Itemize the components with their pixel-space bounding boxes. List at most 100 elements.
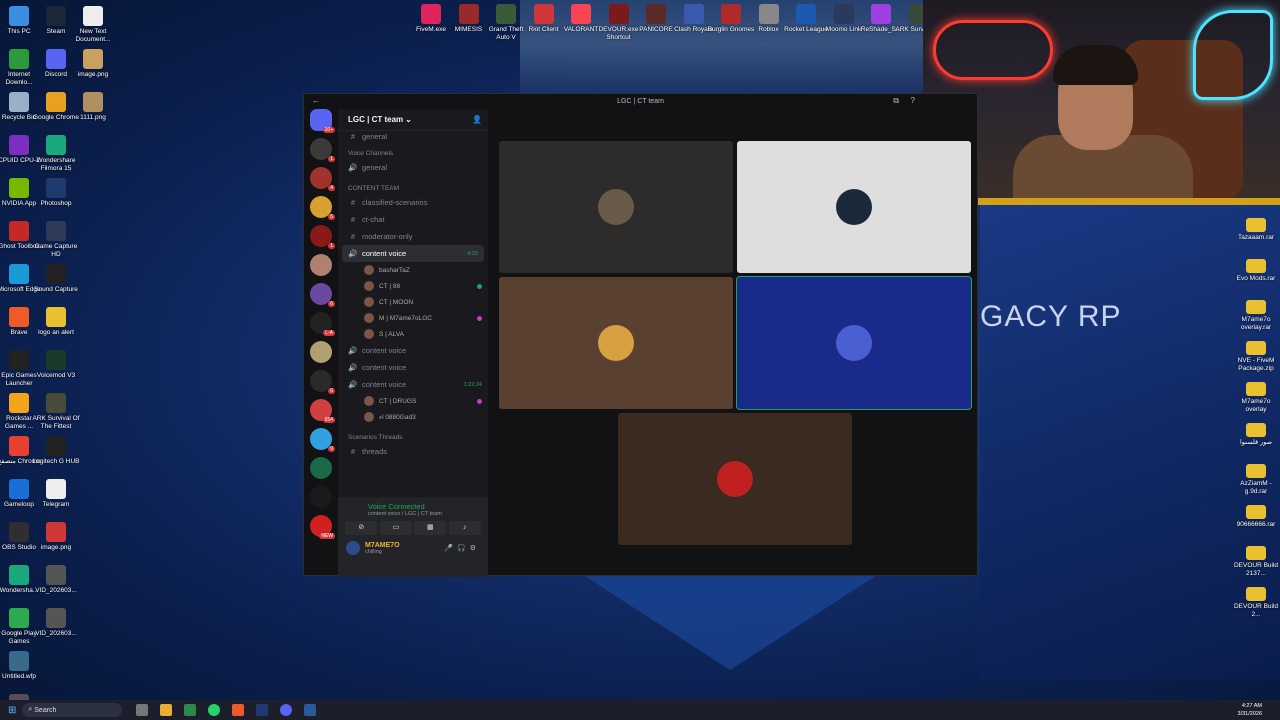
desktop-icon[interactable]: Tazaaam.rar <box>1232 218 1280 242</box>
discord-window[interactable]: ← LGC | CT team ⧉ ? 16+ 1 4 5 1 6 L-A 6 654 9 NEW … <box>303 93 978 577</box>
desktop-icon[interactable]: image.png <box>69 49 117 79</box>
voice-channel-active[interactable]: 🔊 content voice 4:20 <box>342 245 484 262</box>
voice-channel[interactable]: 🔊 content voice <box>338 342 488 359</box>
neon-sign-right <box>1193 10 1273 100</box>
start-windows-icon[interactable]: ⊞ <box>8 705 16 716</box>
category-voice[interactable]: Voice Channels <box>338 141 488 159</box>
desktop-icon[interactable]: 1111.png <box>69 92 117 122</box>
voice-member[interactable]: CT | DRUGS <box>338 393 488 409</box>
video-tile[interactable] <box>618 413 852 545</box>
server-icon[interactable]: 9 <box>310 428 335 452</box>
telegram-icon <box>46 479 66 499</box>
microphone-icon[interactable]: 🎤 <box>444 545 457 552</box>
desktop-icon[interactable]: Evo Mods.rar <box>1232 259 1280 283</box>
desktop-icon[interactable]: Telegram <box>32 479 80 509</box>
voice-channel-general[interactable]: 🔊 general <box>338 159 488 176</box>
screen-share-icon[interactable]: ▭ <box>379 521 412 535</box>
desktop-icon[interactable]: Logitech G HUB <box>32 436 80 466</box>
desktop-icon[interactable]: VID_202603... <box>32 565 80 595</box>
category-threads[interactable]: Scenarios Threads <box>338 425 488 443</box>
server-icon[interactable]: 6 <box>310 370 335 394</box>
desktop-icon[interactable]: New Text Document... <box>69 6 117 44</box>
soundboard-icon[interactable]: ♪ <box>448 521 481 535</box>
popout-icon[interactable]: ⧉ <box>893 96 899 106</box>
desktop-icon[interactable]: M7ame7o overlay <box>1232 382 1280 414</box>
headphones-icon[interactable]: 🎧 <box>457 545 470 552</box>
server-icon[interactable] <box>310 486 332 508</box>
voice-member[interactable]: S | ALVA <box>338 326 488 342</box>
voice-member[interactable]: ءl 0880 Gad3 <box>338 409 488 425</box>
activities-icon[interactable]: ▦ <box>414 521 447 535</box>
server-icon[interactable]: 1 <box>310 138 335 162</box>
desktop-icon[interactable]: Untitled.wfp <box>0 651 43 681</box>
video-file-icon <box>46 608 66 628</box>
video-tile[interactable] <box>736 276 972 410</box>
server-icon[interactable] <box>310 457 332 479</box>
search-label: Search <box>34 706 57 714</box>
server-icon[interactable]: 4 <box>310 167 335 191</box>
guild-header[interactable]: LGC | CT team ⌄ 👤 <box>338 109 488 131</box>
channel-threads[interactable]: # threads <box>338 443 488 460</box>
computer-icon <box>9 6 29 26</box>
desktop-icon[interactable]: 90666666.rar <box>1232 505 1280 529</box>
text-channel[interactable]: # moderator-only <box>338 228 488 245</box>
server-icon[interactable]: 1 <box>310 225 335 249</box>
app-icon[interactable] <box>184 704 197 716</box>
voice-member[interactable]: CT | MOON <box>338 294 488 310</box>
video-tile[interactable] <box>737 141 971 273</box>
settings-gear-icon[interactable]: ⚙ <box>470 545 480 552</box>
desktop-icon[interactable]: Game Capture HD <box>32 221 80 259</box>
obs-icon <box>9 522 29 542</box>
server-icon[interactable]: L-A <box>310 312 335 336</box>
voice-channel[interactable]: 🔊 content voice 1:22:24 <box>338 376 488 393</box>
whatsapp-icon[interactable] <box>208 704 221 716</box>
video-tile[interactable] <box>499 277 733 409</box>
desktop-icon[interactable]: DEVOUR Build 2137... <box>1232 546 1280 578</box>
desktop-icon[interactable]: DEVOUR Build 2... <box>1232 587 1280 619</box>
channel-general-partial[interactable]: # general <box>338 131 488 141</box>
avatar <box>364 297 374 307</box>
task-view-icon[interactable] <box>136 704 149 716</box>
system-tray-clock[interactable]: 4:27 AM 3/31/2026 <box>1238 702 1262 718</box>
desktop-icon[interactable]: صور قلسنوا <box>1232 423 1280 447</box>
server-icon[interactable]: 16+ <box>310 109 335 133</box>
back-arrow-icon[interactable]: ← <box>312 96 320 105</box>
server-icon[interactable] <box>310 254 332 276</box>
desktop-icon[interactable]: Voicemod V3 <box>32 350 80 380</box>
desktop-icon[interactable]: logo an alert <box>32 307 80 337</box>
voice-member[interactable]: M | M7ame7o LGC <box>338 310 488 326</box>
desktop-icon[interactable]: Sound Capture <box>32 264 80 294</box>
photoshop-icon[interactable] <box>256 704 269 716</box>
discord-icon[interactable] <box>280 704 293 716</box>
help-icon[interactable]: ? <box>911 96 915 105</box>
desktop-icon[interactable]: AzZiamM - g.9d.rar <box>1232 464 1280 496</box>
channel-label: content voice <box>362 363 407 372</box>
speaker-icon: 🔊 <box>348 380 358 389</box>
category-content-team[interactable]: CONTENT TEAM <box>338 176 488 194</box>
server-icon[interactable]: 6 <box>310 283 335 307</box>
steam-icon[interactable] <box>304 704 317 716</box>
voice-member[interactable]: CT | 88 <box>338 278 488 294</box>
file-explorer-icon[interactable] <box>160 704 173 716</box>
desktop-icon[interactable]: NVE - FiveM Package.zip <box>1232 341 1280 373</box>
desktop-icon[interactable]: ARK Survival Of The Fittest <box>32 393 80 431</box>
voice-channel[interactable]: 🔊 content voice <box>338 359 488 376</box>
voice-member[interactable]: basharTaZ <box>338 262 488 278</box>
desktop-icon[interactable]: VID_202603... <box>32 608 80 638</box>
add-member-icon[interactable]: 👤 <box>472 115 482 124</box>
text-channel[interactable]: # classified-scenarios <box>338 194 488 211</box>
text-channel[interactable]: # ct-chat <box>338 211 488 228</box>
desktop-icon[interactable]: image.png <box>32 522 80 552</box>
brave-icon[interactable] <box>232 704 245 716</box>
video-tile[interactable] <box>499 141 733 273</box>
taskbar-search[interactable]: ⌕ Search <box>22 703 123 717</box>
camera-off-icon[interactable]: ⊘ <box>345 521 378 535</box>
server-icon[interactable] <box>310 341 332 363</box>
desktop-icon[interactable]: Photoshop <box>32 178 80 208</box>
server-icon[interactable]: 654 <box>310 399 335 423</box>
server-icon[interactable]: NEW <box>310 515 335 539</box>
user-panel[interactable]: M7AME7O chilling 🎤🎧⚙ <box>338 535 488 561</box>
desktop-icon[interactable]: M7ame7o overlay.rar <box>1232 300 1280 332</box>
desktop-icon[interactable]: Wondershare Filmora 15 <box>32 135 80 173</box>
server-icon[interactable]: 5 <box>310 196 335 220</box>
